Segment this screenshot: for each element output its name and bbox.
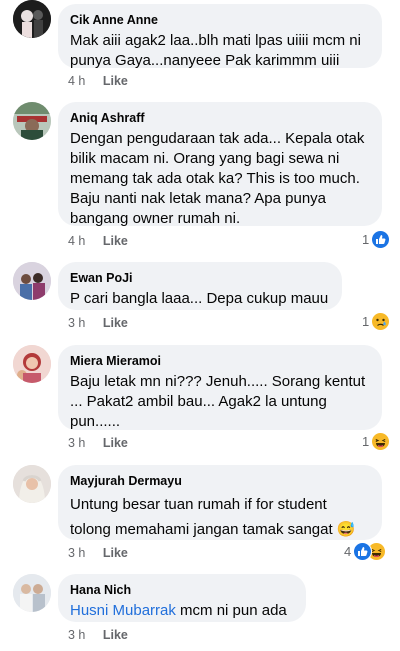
- comment-time[interactable]: 3 h: [68, 316, 85, 330]
- comment-author[interactable]: Ewan PoJi: [70, 270, 330, 286]
- comment-text: P cari bangla laaa... Depa cukup mauu: [70, 290, 329, 307]
- comment-author[interactable]: Mayjurah Dermayu: [70, 473, 370, 489]
- haha-reaction-icon: [371, 432, 391, 451]
- comment-text: Mak aiii agak2 laa..blh mati lpas uiiii …: [70, 32, 366, 69]
- reaction-summary[interactable]: 1: [362, 432, 391, 451]
- avatar[interactable]: [13, 574, 51, 612]
- avatar[interactable]: [13, 0, 51, 38]
- comment-author[interactable]: Hana Nich: [70, 582, 294, 598]
- comment-meta: 3 h Like: [68, 628, 128, 642]
- comment-meta: 3 h Like: [68, 436, 128, 450]
- comment-text-body: mcm ni pun ada: [180, 602, 287, 619]
- comment-meta: 3 h Like: [68, 546, 128, 560]
- comment-text: Dengan pengudaraan tak ada... Kepala ota…: [70, 130, 369, 227]
- reaction-summary[interactable]: 1: [362, 230, 391, 249]
- comment-bubble: Miera Mieramoi Baju letak mn ni??? Jenuh…: [58, 345, 382, 430]
- reaction-summary[interactable]: 1: [362, 312, 391, 331]
- comment-time[interactable]: 4 h: [68, 74, 85, 88]
- like-button[interactable]: Like: [103, 234, 128, 248]
- like-button[interactable]: Like: [103, 546, 128, 560]
- comment-bubble: Aniq Ashraff Dengan pengudaraan tak ada.…: [58, 102, 382, 227]
- comment-bubble: Hana Nich Husni Mubarrak mcm ni pun ada: [58, 574, 306, 622]
- comment-bubble: Mayjurah Dermayu Untung besar tuan rumah…: [58, 465, 382, 540]
- comment-time[interactable]: 3 h: [68, 546, 85, 560]
- like-button[interactable]: Like: [103, 628, 128, 642]
- avatar[interactable]: [13, 262, 51, 300]
- reaction-count: 4: [344, 544, 352, 559]
- avatar[interactable]: [13, 345, 51, 383]
- like-button[interactable]: Like: [103, 74, 128, 88]
- like-button[interactable]: Like: [103, 316, 128, 330]
- like-reaction-icon: [353, 542, 373, 561]
- comment-meta: 4 h Like: [68, 74, 128, 88]
- comment-meta: 4 h Like: [68, 234, 128, 248]
- mention-link[interactable]: Husni Mubarrak: [70, 602, 176, 619]
- comment-text: Husni Mubarrak mcm ni pun ada: [70, 601, 294, 621]
- reaction-count: 1: [362, 232, 370, 247]
- comment-text: Baju letak mn ni??? Jenuh..... Sorang ke…: [70, 373, 370, 430]
- avatar[interactable]: [13, 102, 51, 140]
- comment-time[interactable]: 3 h: [68, 628, 85, 642]
- comment-meta: 3 h Like: [68, 316, 128, 330]
- reaction-summary[interactable]: 4: [344, 542, 387, 561]
- avatar[interactable]: [13, 465, 51, 503]
- sad-reaction-icon: [371, 312, 391, 331]
- comment-text: Untung besar tuan rumah if for student t…: [70, 496, 356, 538]
- comment-time[interactable]: 4 h: [68, 234, 85, 248]
- comment-author[interactable]: Miera Mieramoi: [70, 353, 370, 369]
- comment-time[interactable]: 3 h: [68, 436, 85, 450]
- comment-bubble: Cik Anne Anne Mak aiii agak2 laa..blh ma…: [58, 4, 382, 69]
- reaction-count: 1: [362, 314, 370, 329]
- reaction-count: 1: [362, 434, 370, 449]
- comment-author[interactable]: Cik Anne Anne: [70, 12, 370, 28]
- comment-bubble: Ewan PoJi P cari bangla laaa... Depa cuk…: [58, 262, 342, 310]
- comment-author[interactable]: Aniq Ashraff: [70, 110, 370, 126]
- like-reaction-icon: [371, 230, 391, 249]
- like-button[interactable]: Like: [103, 436, 128, 450]
